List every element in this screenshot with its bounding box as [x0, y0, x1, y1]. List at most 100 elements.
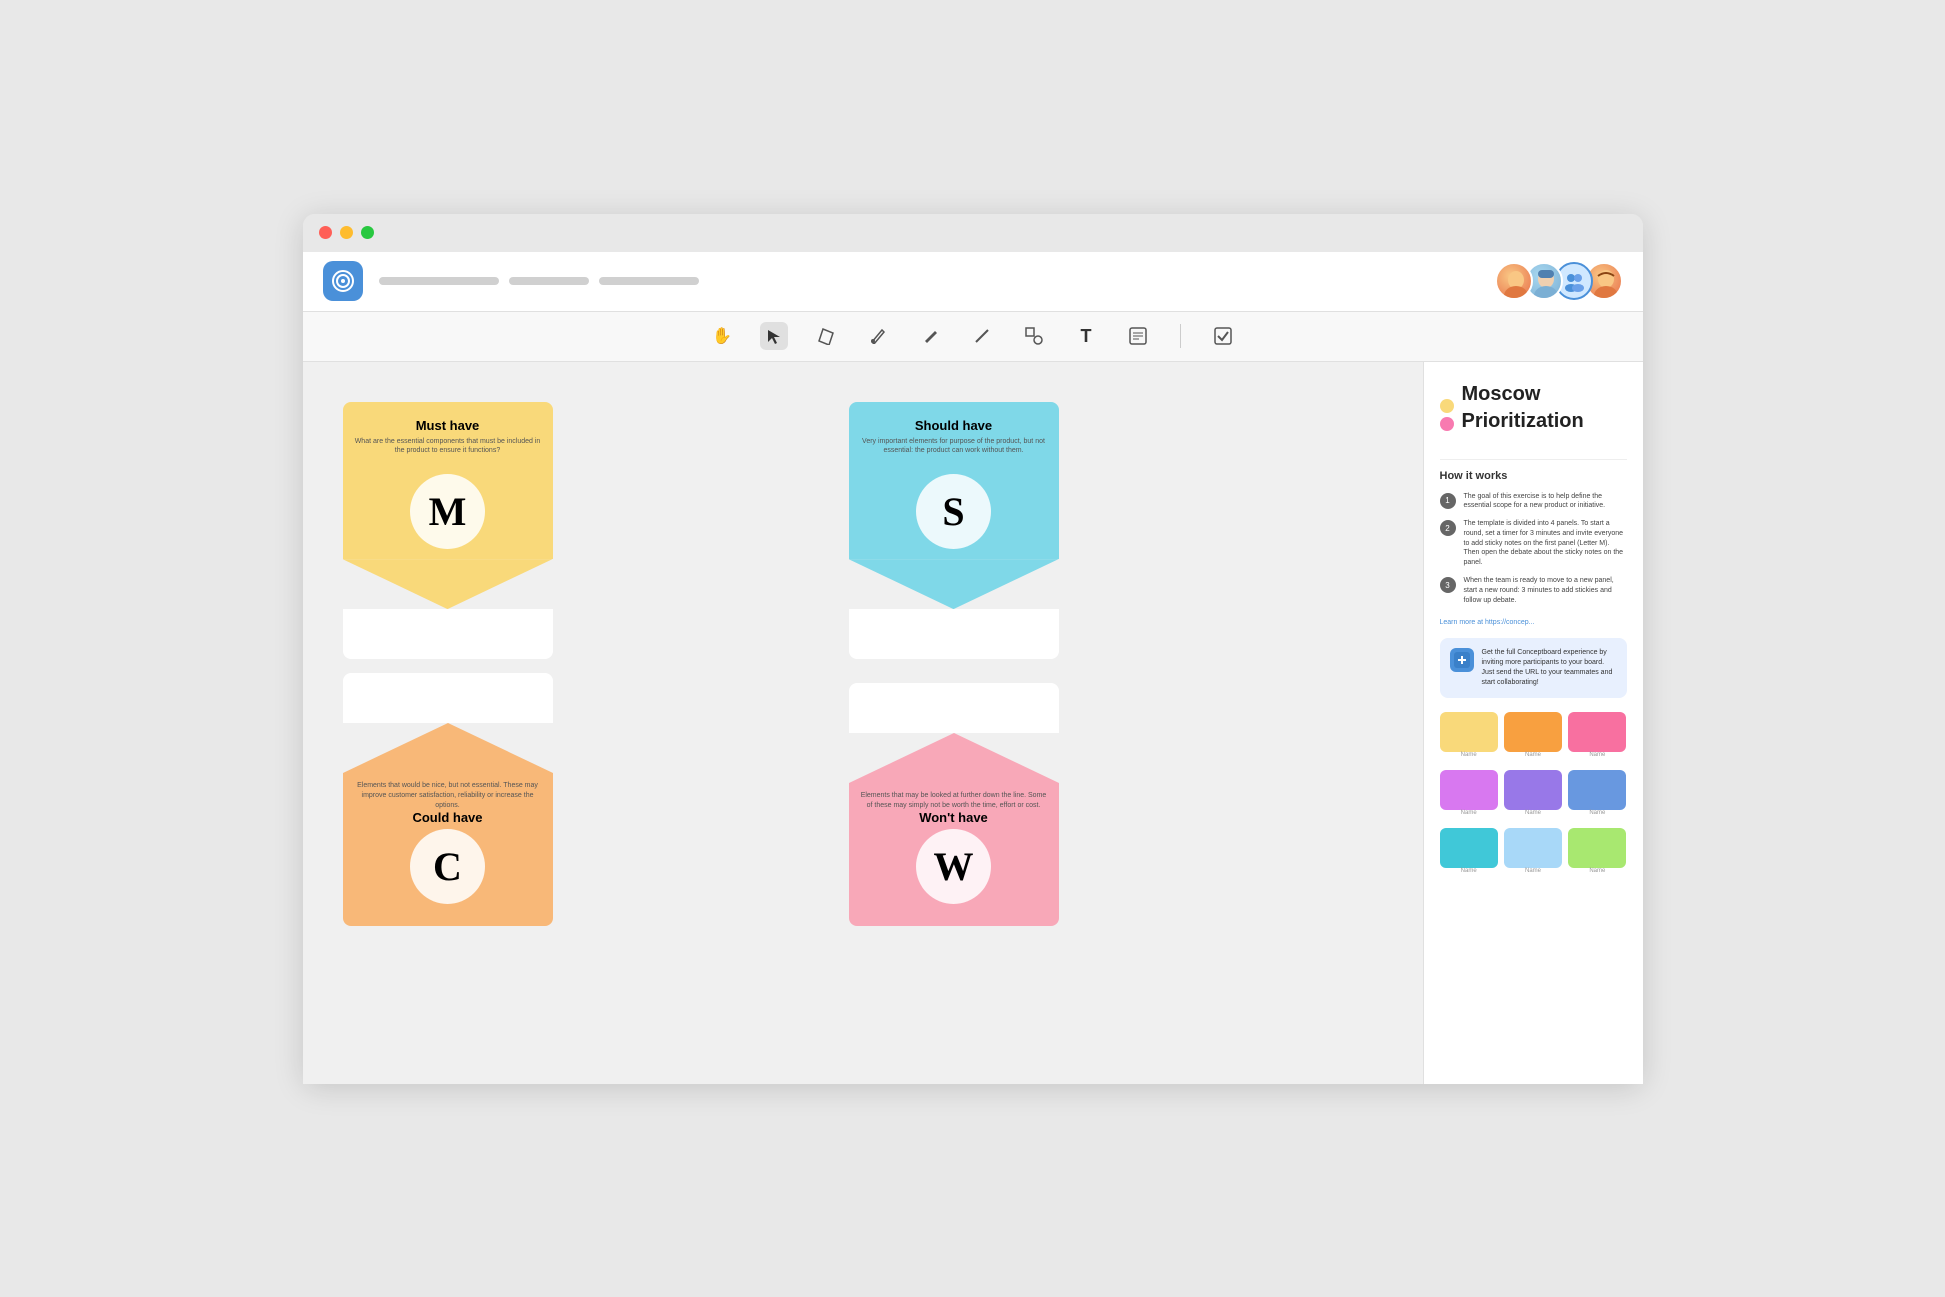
should-have-letter: S — [916, 474, 991, 549]
nav-item-1[interactable] — [379, 277, 499, 285]
must-have-card[interactable]: Must have What are the essential compone… — [343, 402, 553, 660]
sticky-lightblue[interactable] — [1504, 828, 1562, 868]
hand-tool[interactable]: ✋ — [708, 322, 736, 350]
eraser-tool[interactable] — [812, 322, 840, 350]
wont-have-title: Won't have — [919, 810, 988, 825]
maximize-button[interactable] — [361, 226, 374, 239]
sticky-label-1: Name — [1440, 752, 1498, 758]
sticky-label-7: Name — [1440, 868, 1498, 874]
header — [303, 252, 1643, 312]
sticky-col-1: Name — [1440, 712, 1498, 762]
sticky-notes-section: Name Name Name Name — [1440, 712, 1627, 878]
steps-list: 1 The goal of this exercise is to help d… — [1440, 492, 1627, 606]
sidebar: Moscow Prioritization How it works 1 The… — [1423, 362, 1643, 1084]
could-have-desc: Elements that would be nice, but not ess… — [343, 781, 553, 810]
should-have-arrow — [849, 559, 1059, 609]
close-button[interactable] — [319, 226, 332, 239]
canvas-area[interactable]: Must have What are the essential compone… — [303, 362, 1423, 1084]
must-have-letter: M — [410, 474, 485, 549]
sticky-col-8: Name — [1504, 828, 1562, 878]
wont-have-desc: Elements that may be looked at further d… — [849, 791, 1059, 811]
sticky-col-5: Name — [1504, 770, 1562, 820]
line-tool[interactable] — [968, 322, 996, 350]
step-3-num: 3 — [1440, 577, 1456, 593]
should-have-card[interactable]: Should have Very important elements for … — [849, 402, 1059, 660]
nav-item-2[interactable] — [509, 277, 589, 285]
must-have-arrow — [343, 559, 553, 609]
sticky-col-9: Name — [1568, 828, 1626, 878]
wont-have-arrow-inv — [849, 733, 1059, 783]
dot-pink — [1440, 417, 1454, 431]
could-have-card[interactable]: C Could have Elements that would be nice… — [343, 673, 553, 926]
sticky-teal[interactable] — [1440, 828, 1498, 868]
sticky-label-5: Name — [1504, 810, 1562, 816]
sticky-yellow[interactable] — [1440, 712, 1498, 752]
sidebar-title-1: Moscow — [1462, 382, 1584, 406]
should-have-desc: Very important elements for purpose of t… — [849, 437, 1059, 465]
dot-yellow — [1440, 399, 1454, 413]
could-have-title: Could have — [412, 810, 482, 825]
promo-box: Get the full Conceptboard experience by … — [1440, 638, 1627, 697]
sidebar-title-2: Prioritization — [1462, 410, 1584, 433]
check-tool[interactable] — [1209, 322, 1237, 350]
sticky-col-7: Name — [1440, 828, 1498, 878]
marker-tool[interactable] — [916, 322, 944, 350]
sticky-row-2: Name Name Name — [1440, 770, 1627, 820]
sticky-note-tool[interactable] — [1124, 322, 1152, 350]
sticky-pink[interactable] — [1568, 712, 1626, 752]
app-window: ✋ T — [303, 214, 1643, 1084]
text-tool[interactable]: T — [1072, 322, 1100, 350]
sticky-col-6: Name — [1568, 770, 1626, 820]
spacer-2 — [596, 673, 821, 926]
step-2-num: 2 — [1440, 520, 1456, 536]
promo-icon — [1450, 648, 1474, 672]
wont-have-letter: W — [916, 829, 991, 904]
logo-icon[interactable] — [323, 261, 363, 301]
must-have-desc: What are the essential components that m… — [343, 437, 553, 465]
step-1-num: 1 — [1440, 493, 1456, 509]
sticky-violet[interactable] — [1504, 770, 1562, 810]
sticky-label-4: Name — [1440, 810, 1498, 816]
sticky-green[interactable] — [1568, 828, 1626, 868]
sticky-col-2: Name — [1504, 712, 1562, 762]
board-grid: Must have What are the essential compone… — [323, 392, 1403, 937]
should-have-title: Should have — [915, 418, 992, 433]
sticky-label-9: Name — [1568, 868, 1626, 874]
must-have-title: Must have — [416, 418, 480, 433]
sticky-label-6: Name — [1568, 810, 1626, 816]
avatar-1 — [1495, 262, 1533, 300]
step-2: 2 The template is divided into 4 panels.… — [1440, 519, 1627, 568]
must-have-body — [343, 609, 553, 659]
promo-text: Get the full Conceptboard experience by … — [1482, 648, 1617, 687]
toolbar: ✋ T — [303, 312, 1643, 362]
shape-tool[interactable] — [1020, 322, 1048, 350]
step-1-text: The goal of this exercise is to help def… — [1464, 492, 1627, 512]
wont-have-body — [849, 683, 1059, 733]
step-3: 3 When the team is ready to move to a ne… — [1440, 576, 1627, 605]
wont-have-card[interactable]: W Won't have Elements that may be looked… — [849, 673, 1059, 926]
sticky-col-4: Name — [1440, 770, 1498, 820]
sticky-blue[interactable] — [1568, 770, 1626, 810]
step-2-text: The template is divided into 4 panels. T… — [1464, 519, 1627, 568]
should-have-body — [849, 609, 1059, 659]
could-have-letter: C — [410, 829, 485, 904]
step-3-text: When the team is ready to move to a new … — [1464, 576, 1627, 605]
learn-more-link[interactable]: Learn more at https://concep... — [1440, 619, 1627, 626]
sticky-row-3: Name Name Name — [1440, 828, 1627, 878]
could-have-arrow-inv — [343, 723, 553, 773]
sticky-label-2: Name — [1504, 752, 1562, 758]
minimize-button[interactable] — [340, 226, 353, 239]
nav-item-3[interactable] — [599, 277, 699, 285]
select-tool[interactable] — [760, 322, 788, 350]
header-left — [323, 261, 699, 301]
how-it-works-label: How it works — [1440, 470, 1627, 482]
sticky-orange[interactable] — [1504, 712, 1562, 752]
main-content: Must have What are the essential compone… — [303, 362, 1643, 1084]
pen-tool[interactable] — [864, 322, 892, 350]
could-have-body — [343, 673, 553, 723]
toolbar-separator — [1180, 324, 1181, 348]
header-right — [1495, 262, 1623, 300]
sticky-col-3: Name — [1568, 712, 1626, 762]
spacer-1 — [596, 402, 821, 660]
sticky-purple[interactable] — [1440, 770, 1498, 810]
